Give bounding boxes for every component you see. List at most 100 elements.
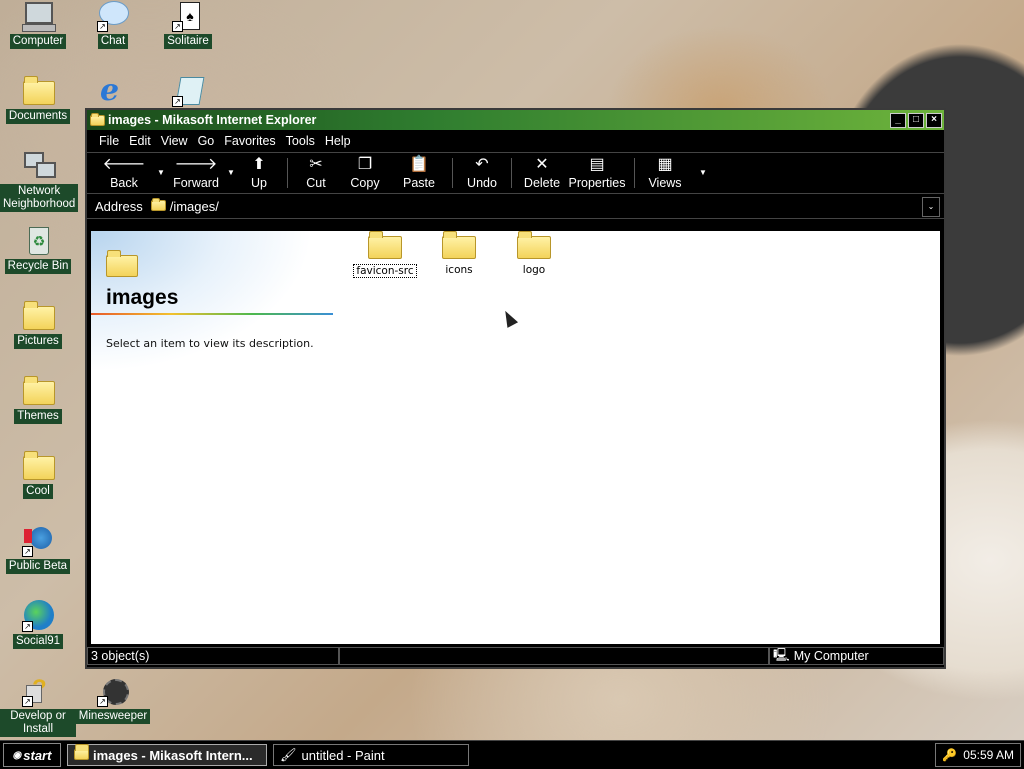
folder-item-label: favicon-src: [353, 264, 417, 278]
tray-key-icon[interactable]: 🔑: [942, 748, 957, 762]
desktop-icon-computer[interactable]: Computer: [0, 0, 76, 49]
status-object-count: 3 object(s): [87, 647, 339, 665]
toolbar-separator: [511, 158, 512, 188]
paste-button[interactable]: 📋 Paste: [392, 154, 446, 192]
title-divider: [91, 313, 333, 315]
undo-button[interactable]: ↶ Undo: [459, 154, 505, 192]
menu-tools[interactable]: Tools: [286, 134, 315, 148]
minesweeper-icon: ↗: [97, 675, 129, 707]
desktop-icon-social91[interactable]: ↗ Social91: [0, 600, 76, 649]
task-label: untitled - Paint: [301, 747, 385, 763]
menu-go[interactable]: Go: [198, 134, 215, 148]
desktop-icon-label: Public Beta: [5, 559, 71, 574]
desktop-icon-pictures[interactable]: Pictures: [0, 300, 76, 349]
desktop-icon-label: Cool: [23, 484, 53, 499]
views-button[interactable]: ▦ Views: [641, 154, 689, 192]
notepad-icon: ↗: [172, 75, 205, 107]
computer-icon: [22, 0, 56, 32]
task-paint[interactable]: 🖌 untitled - Paint: [273, 744, 469, 766]
folder-item-logo[interactable]: logo: [494, 231, 574, 276]
desktop-icon-notepad[interactable]: ↗: [150, 75, 226, 107]
title-bar[interactable]: images - Mikasoft Internet Explorer _ □ …: [87, 110, 944, 130]
close-button[interactable]: ×: [926, 112, 942, 128]
desktop-icon-solitaire[interactable]: ♠ ↗ Solitaire: [150, 0, 226, 49]
properties-label: Properties: [568, 176, 626, 190]
maximize-button[interactable]: □: [908, 112, 924, 128]
forward-label: Forward: [173, 176, 219, 190]
address-dropdown-icon[interactable]: ⌄: [922, 197, 940, 217]
menu-help[interactable]: Help: [325, 134, 351, 148]
folder-icon: [22, 300, 55, 332]
desktop-icon-cool[interactable]: Cool: [0, 450, 76, 499]
system-tray: 🔑 05:59 AM: [935, 743, 1021, 767]
folder-icon: [516, 231, 552, 261]
paint-icon: 🖌: [280, 747, 297, 762]
desktop-icon-label: Solitaire: [164, 34, 212, 49]
folder-item-icons[interactable]: icons: [419, 231, 499, 276]
paste-icon: 📋: [409, 156, 429, 173]
folder-icon: [150, 198, 166, 211]
desktop-icon-documents[interactable]: Documents: [0, 75, 76, 124]
menu-bar: File Edit View Go Favorites Tools Help: [87, 130, 944, 153]
computer-icon: 🖳: [773, 647, 790, 662]
folder-view[interactable]: images Select an item to view its descri…: [91, 231, 940, 644]
desktop-icon-internet-explorer[interactable]: e: [75, 75, 151, 107]
back-label: Back: [110, 176, 138, 190]
copy-button[interactable]: ❐ Copy: [338, 154, 392, 192]
menu-view[interactable]: View: [161, 134, 188, 148]
folder-icon: [22, 450, 55, 482]
address-input[interactable]: /images/ ⌄: [150, 197, 940, 217]
desktop-icon-label: Pictures: [14, 334, 62, 349]
desktop-icon-label: Themes: [14, 409, 62, 424]
address-value: /images/: [169, 198, 219, 214]
delete-button[interactable]: ✕ Delete: [518, 154, 566, 192]
toolbar: 🡐 Back ▼ 🡒 Forward ▼ ⬆ Up ✂ Cut ❐ Copy 📋…: [87, 153, 944, 194]
paste-label: Paste: [403, 176, 435, 190]
up-button[interactable]: ⬆ Up: [237, 154, 281, 192]
toolbar-separator: [634, 158, 635, 188]
views-grid-icon: ▦: [657, 156, 673, 173]
desktop-icon-public-beta[interactable]: ↗ Public Beta: [0, 525, 76, 574]
forward-dropdown-icon[interactable]: ▼: [225, 168, 237, 177]
scissors-icon: ✂: [309, 156, 323, 173]
menu-file[interactable]: File: [99, 134, 119, 148]
desktop-icon-network-neighborhood[interactable]: Network Neighborhood: [0, 150, 79, 212]
clock[interactable]: 05:59 AM: [963, 748, 1014, 762]
folder-icon: [74, 744, 89, 760]
menu-edit[interactable]: Edit: [129, 134, 151, 148]
menu-favorites[interactable]: Favorites: [224, 134, 275, 148]
large-folder-icon: [105, 249, 141, 279]
folder-item-favicon-src[interactable]: favicon-src: [345, 231, 425, 278]
develop-icon: ? ↗: [22, 675, 54, 707]
properties-icon: ▤: [589, 156, 605, 173]
start-button[interactable]: ◉ start: [3, 743, 61, 767]
documents-icon: [22, 75, 55, 107]
back-button[interactable]: 🡐 Back: [93, 154, 155, 192]
desktop-icon-label: Recycle Bin: [4, 259, 72, 274]
desktop-icon-label: Documents: [5, 109, 71, 124]
explorer-window: images - Mikasoft Internet Explorer _ □ …: [85, 108, 946, 669]
undo-icon: ↶: [475, 156, 489, 173]
minimize-button[interactable]: _: [890, 112, 906, 128]
forward-button[interactable]: 🡒 Forward: [167, 154, 225, 192]
desktop-icon-themes[interactable]: Themes: [0, 375, 76, 424]
start-logo-icon: ◉: [12, 749, 22, 761]
status-zone: 🖳 My Computer: [769, 647, 944, 665]
properties-button[interactable]: ▤ Properties: [566, 154, 628, 192]
desktop-icon-minesweeper[interactable]: ↗ Minesweeper: [75, 675, 151, 724]
folder-item-label: logo: [522, 264, 546, 276]
toolbar-separator: [287, 158, 288, 188]
task-explorer[interactable]: images - Mikasoft Intern...: [67, 744, 267, 766]
start-label: start: [23, 747, 52, 763]
desktop-icon-recycle-bin[interactable]: ♻ Recycle Bin: [0, 225, 76, 274]
folder-title: images: [106, 286, 179, 309]
desktop-icon-develop-or-install[interactable]: ? ↗ Develop or Install: [0, 675, 76, 737]
task-label: images - Mikasoft Intern...: [93, 747, 253, 763]
cut-button[interactable]: ✂ Cut: [294, 154, 338, 192]
folder-item-label: icons: [445, 264, 473, 276]
back-dropdown-icon[interactable]: ▼: [155, 168, 167, 177]
desktop-icon-label: Develop or Install: [0, 709, 76, 737]
folder-icon: [441, 231, 477, 261]
views-dropdown-icon[interactable]: ▼: [697, 168, 709, 177]
desktop-icon-chat[interactable]: ↗ Chat: [75, 0, 151, 49]
